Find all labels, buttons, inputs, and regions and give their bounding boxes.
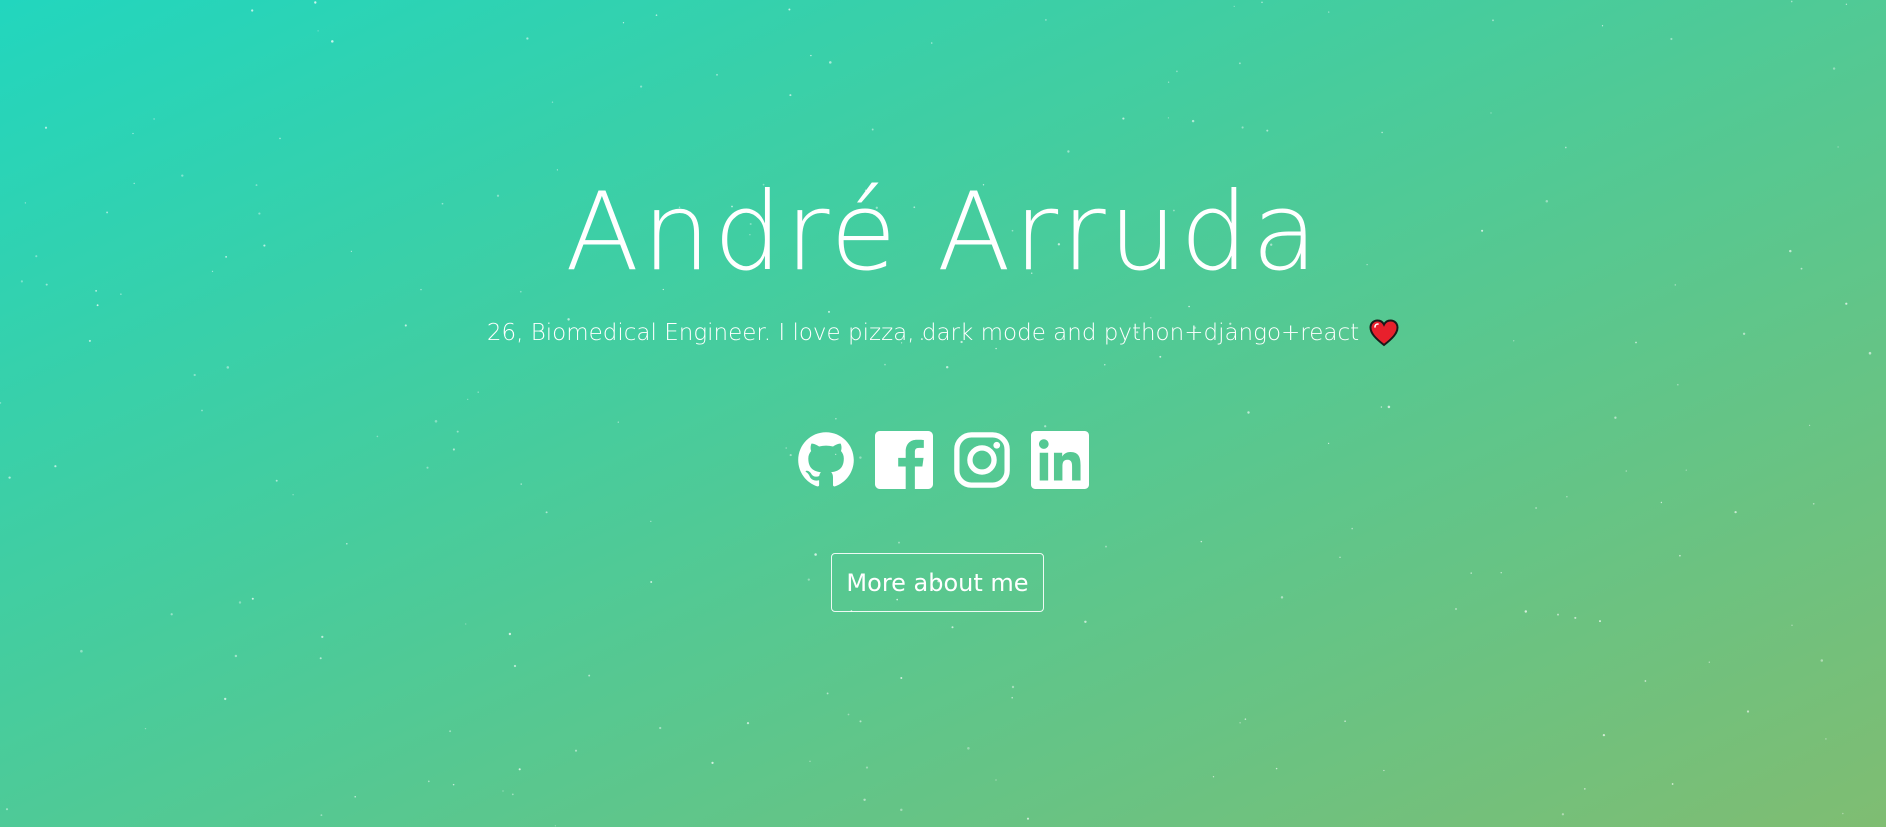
hero-content: André Arruda 26, Biomedical Engineer. I … (0, 0, 1886, 827)
linkedin-icon (1031, 431, 1089, 489)
instagram-link[interactable] (953, 431, 1011, 489)
tagline-text: 26, Biomedical Engineer. I love pizza, d… (486, 320, 1360, 346)
heart-icon (1369, 319, 1399, 347)
page-title: André Arruda (565, 170, 1321, 295)
more-about-me-button[interactable]: More about me (831, 553, 1044, 612)
instagram-icon (954, 432, 1010, 488)
social-links (0, 430, 1886, 490)
github-link[interactable] (797, 431, 855, 489)
hero-section: André Arruda 26, Biomedical Engineer. I … (0, 0, 1886, 827)
github-icon (798, 432, 854, 487)
linkedin-link[interactable] (1031, 431, 1089, 489)
tagline: 26, Biomedical Engineer. I love pizza, d… (0, 316, 1886, 350)
facebook-icon (875, 431, 933, 489)
facebook-link[interactable] (875, 431, 933, 489)
